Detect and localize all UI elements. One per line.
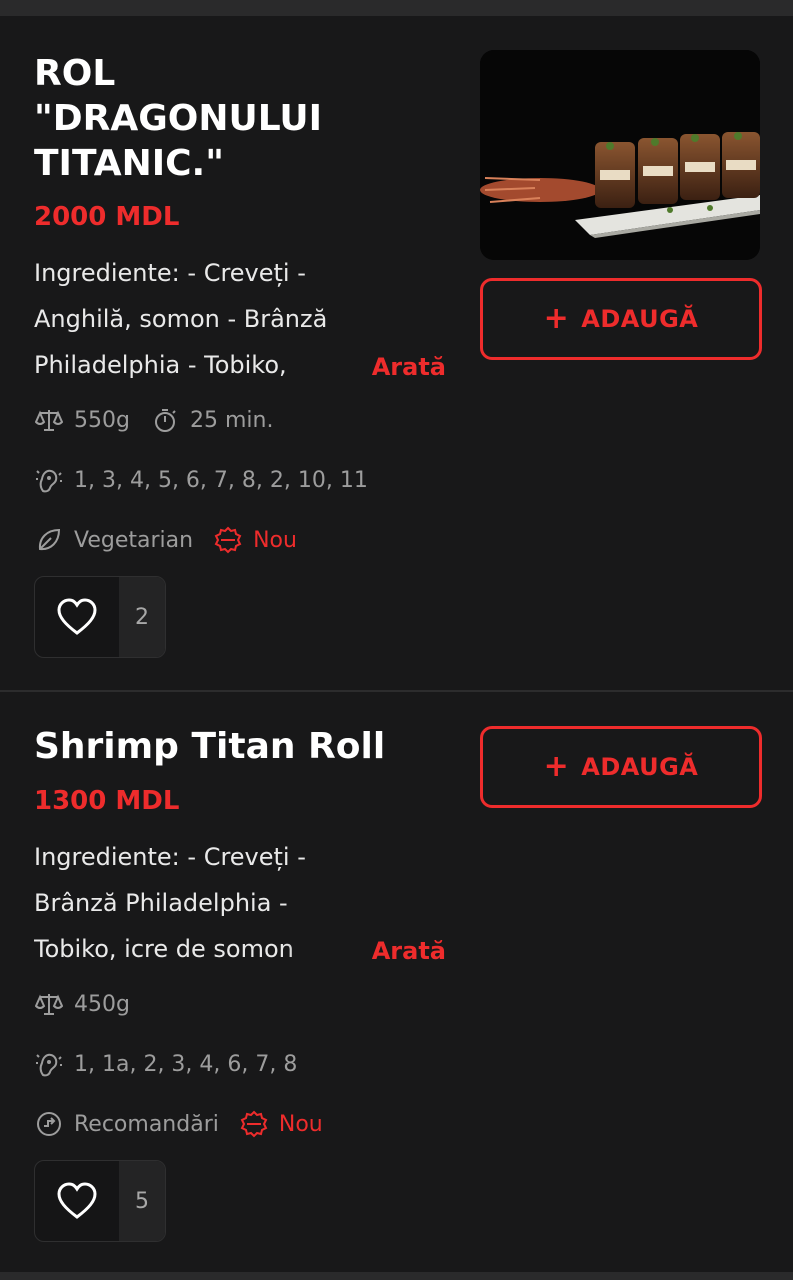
new-badge-icon (239, 1109, 269, 1139)
like-count: 2 (119, 577, 165, 657)
allergen-icon (34, 465, 64, 495)
weight-value: 450g (74, 991, 130, 1017)
top-bar (0, 0, 793, 16)
product-price: 2000 MDL (34, 202, 180, 232)
weight-time-row: 550g 25 min. (34, 404, 273, 436)
allergens-row: 1, 1a, 2, 3, 4, 6, 7, 8 (34, 1048, 297, 1080)
description-fade (284, 928, 364, 972)
scale-icon (34, 405, 64, 435)
tags-row: Recomandări Nou (34, 1108, 323, 1140)
add-to-cart-label: ADAUGĂ (581, 753, 699, 781)
like-count: 5 (119, 1161, 165, 1241)
recommend-icon (34, 1109, 64, 1139)
product-title: Shrimp Titan Roll (34, 726, 386, 767)
product-description: Ingrediente: - Creveți - Anghilă, somon … (34, 250, 454, 390)
heart-icon (57, 1182, 97, 1219)
product-photo (480, 50, 760, 260)
new-badge-icon (213, 525, 243, 555)
timer-icon (150, 405, 180, 435)
allergen-icon (34, 1049, 64, 1079)
product-description: Ingrediente: - Creveți - Brânză Philadel… (34, 834, 454, 974)
bottom-bar (0, 1272, 793, 1280)
allergens-list: 1, 1a, 2, 3, 4, 6, 7, 8 (74, 1051, 298, 1077)
add-to-cart-label: ADAUGĂ (581, 305, 699, 333)
like-widget: 2 (34, 576, 166, 658)
product-title: ROL "DRAGONULUI TITANIC." (34, 53, 323, 184)
weight-value: 550g (74, 407, 130, 433)
product-price: 1300 MDL (34, 786, 180, 816)
product-card: Shrimp Titan Roll 1300 MDL Ingrediente: … (0, 692, 793, 1272)
weight-row: 450g (34, 988, 130, 1020)
time-value: 25 min. (189, 407, 274, 433)
allergens-row: 1, 3, 4, 5, 6, 7, 8, 2, 10, 11 (34, 464, 368, 496)
like-button[interactable] (35, 577, 119, 657)
description-fade (284, 344, 364, 388)
heart-icon (57, 598, 97, 635)
category-tag: Recomandări (74, 1111, 219, 1137)
like-button[interactable] (35, 1161, 119, 1241)
tags-row: Vegetarian Nou (34, 524, 297, 556)
category-tag: Vegetarian (74, 527, 194, 553)
scale-icon (34, 989, 64, 1019)
plus-icon: + (543, 301, 570, 336)
new-badge: Nou (253, 527, 297, 553)
add-to-cart-button[interactable]: + ADAUGĂ (480, 278, 762, 360)
new-badge: Nou (278, 1111, 323, 1137)
leaf-icon (34, 525, 64, 555)
like-widget: 5 (34, 1160, 166, 1242)
show-more-link[interactable]: Arată (372, 928, 446, 974)
allergens-list: 1, 3, 4, 5, 6, 7, 8, 2, 10, 11 (74, 467, 368, 493)
product-card: ROL "DRAGONULUI TITANIC." 2000 MDL Ingre… (0, 16, 793, 690)
add-to-cart-button[interactable]: + ADAUGĂ (480, 726, 762, 808)
plus-icon: + (543, 749, 570, 784)
show-more-link[interactable]: Arată (372, 344, 446, 390)
